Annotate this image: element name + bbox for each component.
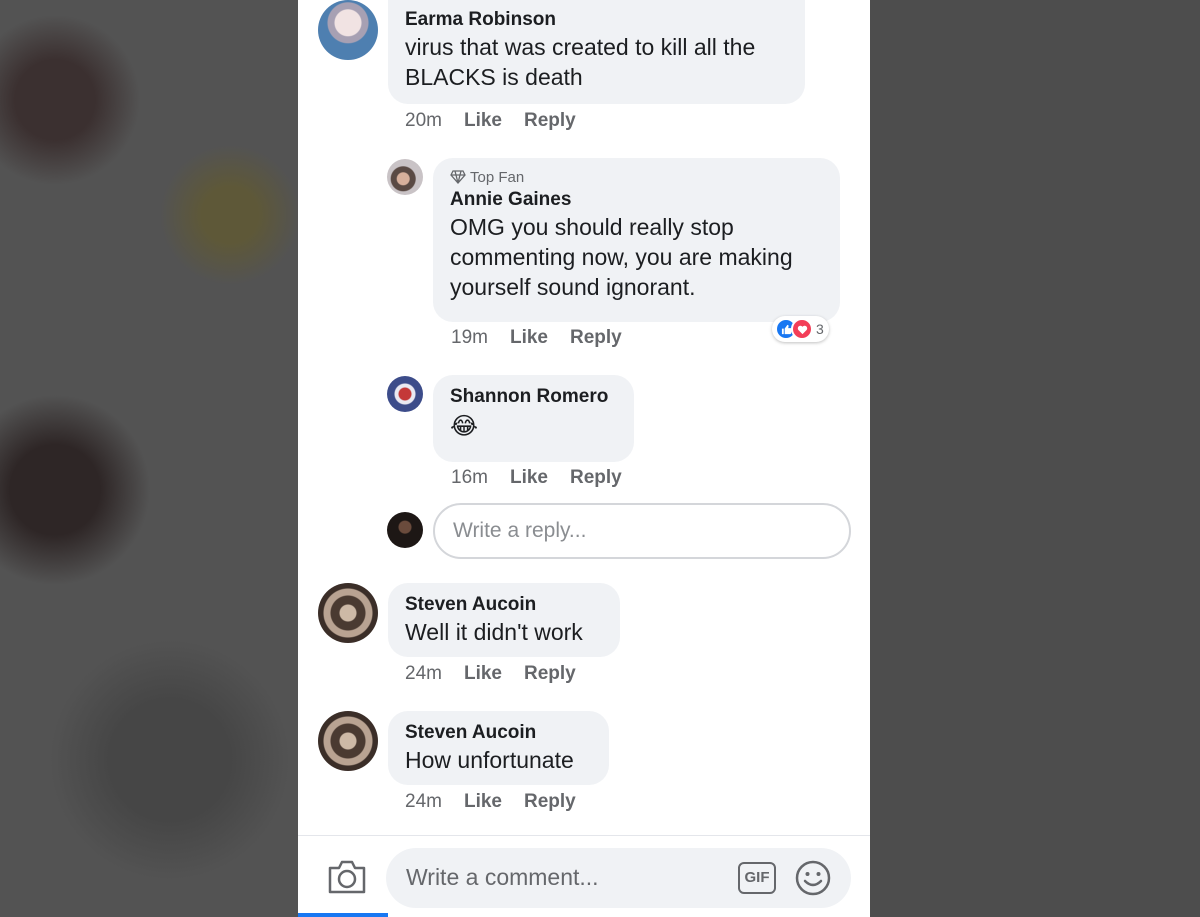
- like-button[interactable]: Like: [464, 663, 502, 685]
- reply-bubble: Top Fan Annie Gaines OMG you should real…: [433, 158, 840, 322]
- comment-composer: Write a comment... GIF: [298, 835, 870, 917]
- love-reaction-icon: [791, 318, 813, 340]
- diamond-icon: [450, 170, 466, 184]
- reply-button[interactable]: Reply: [524, 791, 576, 813]
- comment-bubble: Earma Robinson virus that was created to…: [388, 0, 805, 104]
- scroll-indicator: [298, 913, 388, 917]
- avatar-shannon-romero[interactable]: [387, 376, 423, 412]
- comment-placeholder: Write a comment...: [406, 864, 599, 890]
- avatar-annie-gaines[interactable]: [387, 159, 423, 195]
- comment-actions: 19m Like Reply: [451, 327, 644, 349]
- comment-actions: 24m Like Reply: [405, 663, 598, 685]
- gif-icon[interactable]: GIF: [738, 862, 776, 894]
- like-button[interactable]: Like: [510, 327, 548, 349]
- comment-text: virus that was created to kill all the B…: [405, 34, 756, 90]
- avatar-earma-robinson[interactable]: [318, 0, 378, 60]
- comment-time: 16m: [451, 467, 488, 488]
- blurred-background-left: [0, 0, 298, 917]
- reply-bubble: Shannon Romero 😂: [433, 375, 634, 462]
- avatar-steven-aucoin[interactable]: [318, 711, 378, 771]
- comment-time: 24m: [405, 663, 442, 684]
- comment-text: How unfortunate: [405, 747, 574, 773]
- like-button[interactable]: Like: [464, 110, 502, 132]
- top-fan-badge: Top Fan: [450, 168, 823, 188]
- comment-time: 19m: [451, 327, 488, 348]
- comment-time: 20m: [405, 110, 442, 131]
- reply-button[interactable]: Reply: [570, 467, 622, 489]
- reply-button[interactable]: Reply: [524, 110, 576, 132]
- current-user-avatar: [387, 512, 423, 548]
- like-button[interactable]: Like: [510, 467, 548, 489]
- reaction-summary[interactable]: 3: [772, 316, 829, 342]
- comment-author[interactable]: Annie Gaines: [450, 188, 823, 212]
- comment-author[interactable]: Steven Aucoin: [405, 593, 603, 617]
- comment-time: 24m: [405, 791, 442, 812]
- comment-bubble: Steven Aucoin How unfortunate: [388, 711, 609, 785]
- camera-icon[interactable]: [326, 856, 368, 896]
- comment-bubble: Steven Aucoin Well it didn't work: [388, 583, 620, 657]
- reply-button[interactable]: Reply: [524, 663, 576, 685]
- avatar-steven-aucoin[interactable]: [318, 583, 378, 643]
- comment-text: Well it didn't work: [405, 619, 583, 645]
- comment-actions: 24m Like Reply: [405, 791, 598, 813]
- comment-author[interactable]: Steven Aucoin: [405, 721, 592, 745]
- comments-screen: Earma Robinson virus that was created to…: [298, 0, 870, 917]
- comment-author[interactable]: Shannon Romero: [450, 385, 617, 409]
- reaction-count: 3: [816, 321, 824, 337]
- comment-input[interactable]: Write a comment... GIF: [386, 848, 851, 908]
- smiley-icon[interactable]: [794, 859, 832, 897]
- comment-author[interactable]: Earma Robinson: [405, 8, 788, 32]
- comment-actions: 20m Like Reply: [405, 110, 598, 132]
- reply-input[interactable]: Write a reply...: [433, 503, 851, 559]
- like-button[interactable]: Like: [464, 791, 502, 813]
- comment-actions: 16m Like Reply: [451, 467, 644, 489]
- reply-button[interactable]: Reply: [570, 327, 622, 349]
- blurred-background-right: [870, 0, 1200, 917]
- comment-text: OMG you should really stop commenting no…: [450, 214, 793, 300]
- laughing-emoji: 😂: [450, 413, 479, 440]
